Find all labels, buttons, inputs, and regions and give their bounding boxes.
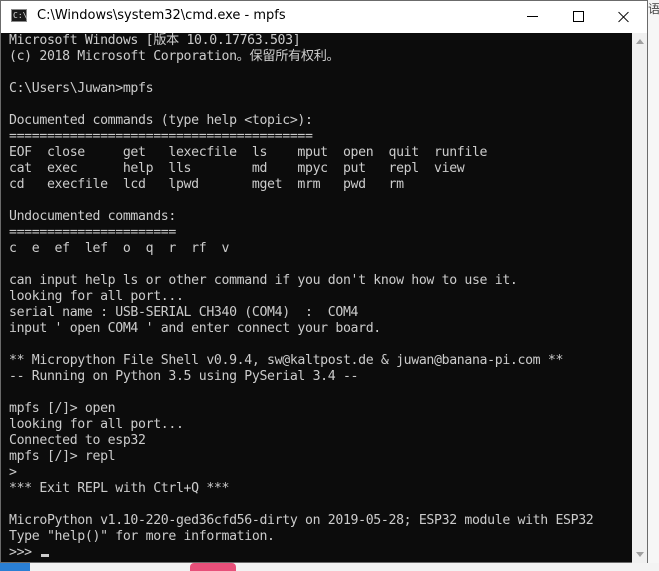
minimize-icon: [526, 16, 538, 17]
vertical-scrollbar[interactable]: [632, 33, 647, 563]
scroll-up-icon: [635, 39, 644, 44]
scroll-up-button[interactable]: [632, 33, 647, 50]
console-line: ======================: [9, 225, 176, 240]
console-line: c e ef lef o q r rf v: [9, 241, 230, 256]
console-line: ========================================: [9, 129, 313, 144]
cmd-window: C:\ C:\Windows\system32\cmd.exe - mpfs M…: [0, 0, 648, 563]
console-line: Documented commands (type help <topic>):: [9, 113, 313, 128]
maximize-button[interactable]: [555, 1, 601, 32]
console-lines: Microsoft Windows [版本 10.0.17763.503] (c)…: [9, 33, 631, 545]
console-line: -- Running on Python 3.5 using PySerial …: [9, 369, 359, 384]
desktop-glyph: 语: [648, 2, 659, 16]
console-line: *** Exit REPL with Ctrl+Q ***: [9, 481, 230, 496]
console-line: cd execfile lcd lpwd mget mrm pwd rm: [9, 177, 404, 192]
console-line: Type "help()" for more information.: [9, 529, 275, 544]
console-line: serial name : USB-SERIAL CH340 (COM4) : …: [9, 305, 359, 320]
console-line: Connected to esp32: [9, 433, 146, 448]
scroll-down-icon: [635, 552, 644, 557]
taskbar-app-icon[interactable]: [190, 563, 236, 571]
console-line: looking for all port...: [9, 417, 184, 432]
scroll-down-button[interactable]: [632, 546, 647, 563]
repl-prompt: >>>: [9, 545, 40, 560]
console-line: (c) 2018 Microsoft Corporation。保留所有权利。: [9, 49, 340, 64]
console-line: MicroPython v1.10-220-ged36cfd56-dirty o…: [9, 513, 594, 528]
title-bar[interactable]: C:\ C:\Windows\system32\cmd.exe - mpfs: [1, 1, 647, 33]
close-icon: [618, 11, 630, 23]
window-title: C:\Windows\system32\cmd.exe - mpfs: [37, 8, 286, 23]
console-line: input ' open COM4 ' and enter connect yo…: [9, 321, 381, 336]
cmd-icon[interactable]: C:\: [11, 9, 27, 22]
close-button[interactable]: [601, 1, 647, 32]
console-line: cat exec help lls md mpyc put repl view: [9, 161, 465, 176]
console-line: can input help ls or other command if yo…: [9, 273, 518, 288]
console-line: ** Micropython File Shell v0.9.4, sw@kal…: [9, 353, 564, 368]
console-line: EOF close get lexecfile ls mput open qui…: [9, 145, 488, 160]
console-line: mpfs [/]> repl: [9, 449, 116, 464]
console-prompt-line[interactable]: >>>: [9, 545, 631, 561]
desktop-background-right: 语: [648, 0, 659, 571]
console-line: mpfs [/]> open: [9, 401, 116, 416]
console-output[interactable]: Microsoft Windows [版本 10.0.17763.503] (c)…: [9, 33, 631, 563]
desktop-taskbar-strip: [0, 563, 659, 571]
console-line: Microsoft Windows [版本 10.0.17763.503]: [9, 33, 301, 48]
console-line: C:\Users\Juwan>mpfs: [9, 81, 154, 96]
taskbar-item[interactable]: [0, 563, 30, 571]
maximize-icon: [572, 11, 584, 22]
console-line: looking for all port...: [9, 289, 184, 304]
minimize-button[interactable]: [509, 1, 555, 32]
console-line: Undocumented commands:: [9, 209, 176, 224]
text-cursor: [41, 554, 50, 557]
console-line: >: [9, 465, 17, 480]
